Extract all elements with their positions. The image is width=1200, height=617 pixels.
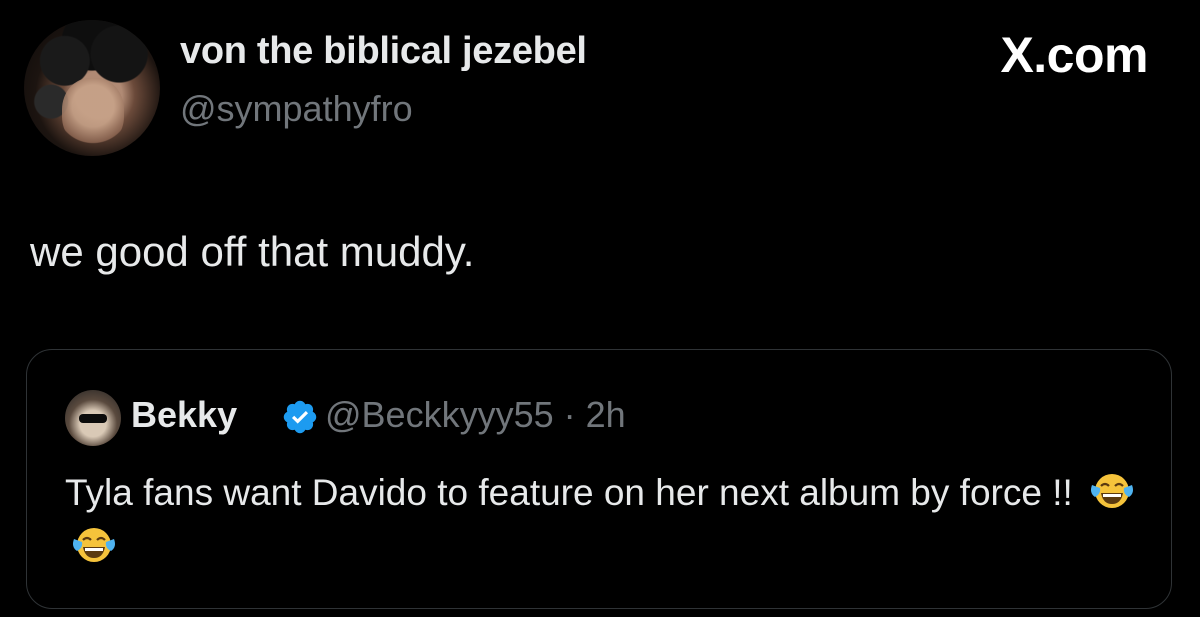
quoted-post-card[interactable]: Bekky @Beckkyyy55 · 2h Tyla fans want Da… (26, 349, 1172, 609)
avatar-sunglasses (79, 414, 107, 423)
avatar-face (62, 78, 124, 148)
verified-badge-icon (283, 400, 317, 434)
x-brand-logo: X.com (1000, 27, 1148, 83)
quoted-author-handle-time[interactable]: @Beckkyyy55 · 2h (325, 394, 626, 436)
post-text: we good off that muddy. (30, 228, 475, 275)
quoted-post-text: Tyla fans want Davido to feature on her … (65, 466, 1145, 574)
quoted-author-name[interactable]: Bekky (131, 394, 237, 436)
author-handle[interactable]: @sympathyfro (180, 88, 413, 130)
quoted-author-avatar[interactable] (65, 390, 121, 446)
author-avatar[interactable] (24, 20, 160, 156)
author-display-name[interactable]: von the biblical jezebel (180, 30, 587, 73)
face-with-tears-of-joy-icon (73, 528, 115, 562)
quoted-post-body: Tyla fans want Davido to feature on her … (65, 472, 1073, 513)
face-with-tears-of-joy-icon (1091, 474, 1134, 508)
